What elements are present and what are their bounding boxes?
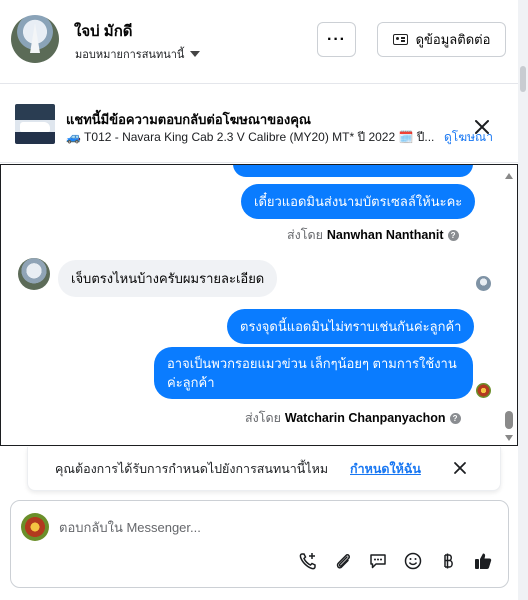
sent-by-label: ส่งโดย Nanwhan Nanthanit ?	[287, 225, 459, 245]
ad-thumbnail[interactable]	[15, 104, 55, 144]
contact-avatar-small[interactable]	[18, 258, 50, 290]
contact-card-icon	[392, 34, 408, 45]
page-scrollbar-thumb[interactable]	[520, 66, 526, 92]
read-receipt-avatar	[476, 276, 491, 291]
ad-banner-title: แชทนี้มีข้อความตอบกลับต่อโฆษณาของคุณ	[66, 112, 311, 127]
message-bubble-partial[interactable]	[233, 165, 473, 177]
message-bubble-outgoing[interactable]: ตรงจุดนี้แอดมินไม่ทราบเช่นกันค่ะลูกค้า	[227, 309, 475, 344]
message-bubble-incoming[interactable]: เจ็บตรงไหนบ้างครับผมรายละเอียด	[58, 260, 278, 297]
saved-reply-icon[interactable]	[367, 550, 389, 572]
message-text: อาจเป็นพวกรอยแมวข่วน เล็กๆน้อยๆ ตามการใช…	[167, 356, 457, 390]
message-text: เดี๋ยวแอดมินส่งนามบัตรเซลล์ให้นะคะ	[254, 194, 463, 209]
thread-scrollbar[interactable]	[503, 165, 515, 445]
view-contact-info-button[interactable]: ดูข้อมูลติดต่อ	[377, 22, 506, 57]
conversation-panel: ใจบ่ มักดี มอบหมายการสนทนานี้ ··· ดูข้อม…	[0, 0, 518, 600]
reply-input[interactable]	[59, 513, 489, 541]
info-icon[interactable]: ?	[449, 412, 461, 424]
like-icon[interactable]	[472, 550, 494, 572]
contact-name[interactable]: ใจบ่ มักดี	[74, 19, 133, 43]
sent-by-prefix: ส่งโดย	[245, 411, 281, 425]
message-bubble-outgoing[interactable]: เดี๋ยวแอดมินส่งนามบัตรเซลล์ให้นะคะ	[241, 184, 476, 219]
assign-to-me-prompt: คุณต้องการได้รับการกำหนดไปยังการสนทนานี้…	[27, 447, 501, 491]
message-thread[interactable]: เดี๋ยวแอดมินส่งนามบัตรเซลล์ให้นะคะ ส่งโด…	[0, 164, 518, 446]
scroll-down-icon[interactable]	[505, 435, 513, 441]
ad-reply-banner: แชทนี้มีข้อความตอบกลับต่อโฆษณาของคุณ 🚙 T…	[0, 85, 518, 163]
sent-by-label: ส่งโดย Watcharin Chanpanyachon ?	[245, 408, 461, 428]
message-composer	[10, 500, 509, 588]
avatar-image	[30, 23, 40, 53]
close-icon[interactable]	[472, 117, 492, 137]
composer-toolbar	[297, 550, 494, 572]
message-text: เจ็บตรงไหนบ้างครับผมรายละเอียด	[71, 271, 265, 286]
assign-dropdown[interactable]: มอบหมายการสนทนานี้	[75, 45, 201, 63]
more-options-button[interactable]: ···	[317, 22, 356, 57]
ad-banner-subtitle: 🚙 T012 - Navara King Cab 2.3 V Calibre (…	[66, 130, 435, 144]
more-icon: ···	[327, 30, 346, 48]
info-icon[interactable]: ?	[447, 229, 459, 241]
page-scrollbar[interactable]	[518, 0, 528, 600]
sender-name: Nanwhan Nanthanit	[326, 228, 444, 242]
sent-by-prefix: ส่งโดย	[287, 228, 323, 242]
read-receipt-avatar	[476, 383, 491, 398]
conversation-header: ใจบ่ มักดี มอบหมายการสนทนานี้ ··· ดูข้อม…	[0, 0, 518, 84]
page-avatar	[21, 513, 49, 541]
assign-label: มอบหมายการสนทนานี้	[75, 49, 185, 61]
assign-prompt-text: คุณต้องการได้รับการกำหนดไปยังการสนทนานี้…	[55, 462, 329, 476]
message-text: ตรงจุดนี้แอดมินไม่ทราบเช่นกันค่ะลูกค้า	[240, 319, 462, 334]
emoji-icon[interactable]	[402, 550, 424, 572]
attachment-icon[interactable]	[332, 550, 354, 572]
scrollbar-thumb[interactable]	[505, 411, 513, 429]
message-bubble-outgoing[interactable]: อาจเป็นพวกรอยแมวข่วน เล็กๆน้อยๆ ตามการใช…	[154, 347, 473, 399]
call-add-icon[interactable]	[297, 550, 319, 572]
view-contact-info-label: ดูข้อมูลติดต่อ	[415, 32, 491, 47]
contact-avatar[interactable]	[11, 15, 59, 63]
assign-to-me-link[interactable]: กำหนดให้ฉัน	[350, 459, 421, 479]
baht-icon[interactable]	[437, 550, 459, 572]
sender-name: Watcharin Chanpanyachon	[284, 411, 446, 425]
chevron-down-icon	[190, 51, 201, 57]
close-icon[interactable]	[452, 460, 468, 476]
scroll-up-icon[interactable]	[505, 173, 513, 179]
